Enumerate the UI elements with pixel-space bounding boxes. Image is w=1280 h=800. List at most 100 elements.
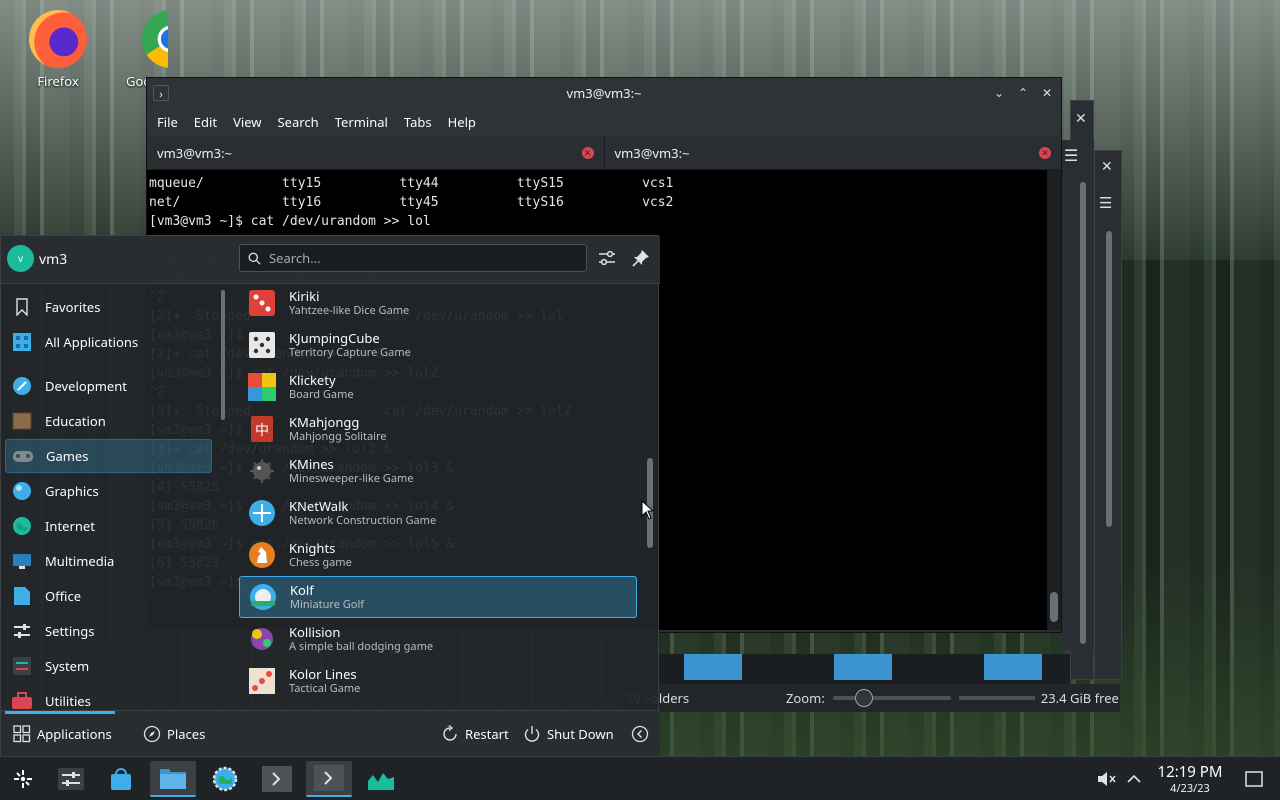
grid-icon — [11, 331, 33, 353]
avatar[interactable]: v — [7, 245, 34, 272]
multimedia-icon — [11, 550, 33, 572]
category-education[interactable]: Education — [5, 404, 212, 438]
power-icon — [524, 726, 540, 742]
menu-terminal[interactable]: Terminal — [329, 113, 394, 131]
app-name: Klickety — [289, 371, 336, 389]
close-icon[interactable]: ✕ — [1075, 109, 1087, 128]
app-text: Klickety Board Game — [289, 372, 354, 402]
category-graphics[interactable]: Graphics — [5, 474, 212, 508]
desktop-icon-firefox[interactable]: Firefox — [22, 10, 94, 90]
app-item-kolf[interactable]: Kolf Miniature Golf — [239, 576, 637, 618]
category-system[interactable]: System — [5, 649, 212, 683]
scrollbar-thumb[interactable] — [1106, 231, 1112, 527]
tab-close-icon[interactable]: ✕ — [581, 146, 594, 159]
menu-help[interactable]: Help — [442, 113, 482, 131]
menu-view[interactable]: View — [227, 113, 267, 131]
window-menu-icon[interactable]: › — [153, 85, 169, 102]
app-description: Minesweeper-like Game — [289, 471, 414, 486]
menu-tabs[interactable]: Tabs — [398, 113, 438, 131]
background-window-3[interactable]: ☰ — [1062, 140, 1094, 650]
category-label: System — [45, 657, 90, 675]
category-all-applications[interactable]: All Applications — [5, 325, 212, 359]
tab-close-icon[interactable]: ✕ — [1039, 146, 1051, 159]
firefox-icon — [29, 10, 87, 68]
terminal-task-1[interactable] — [254, 761, 300, 797]
category-utilities[interactable]: Utilities — [5, 684, 212, 710]
app-item-klickety[interactable]: Klickety Board Game — [239, 366, 637, 408]
restart-button[interactable]: Restart — [441, 725, 509, 743]
shutdown-button[interactable]: Shut Down — [523, 725, 614, 743]
hamburger-menu-icon[interactable]: ☰ — [1064, 144, 1078, 166]
app-item-kolor-lines[interactable]: Kolor Lines Tactical Game — [239, 660, 637, 702]
tab-places[interactable]: Places — [143, 725, 205, 743]
menu-edit[interactable]: Edit — [188, 113, 223, 131]
folder-thumbnail[interactable] — [684, 654, 742, 680]
search-input[interactable] — [269, 249, 569, 267]
category-settings[interactable]: Settings — [5, 614, 212, 648]
maximize-icon[interactable]: ⌃ — [1015, 85, 1031, 101]
app-launcher-button[interactable] — [0, 761, 46, 797]
app-item-kjumpingcube[interactable]: KJumpingCube Territory Capture Game — [239, 324, 637, 366]
menu-search[interactable]: Search — [272, 113, 325, 131]
hamburger-menu-icon[interactable]: ☰ — [1099, 193, 1112, 213]
applications-grid-icon — [13, 725, 31, 743]
terminal-titlebar[interactable]: › vm3@vm3:~ ⌄ ⌃ ✕ — [147, 78, 1061, 108]
terminal-tab-2[interactable]: vm3@vm3:~ ✕ — [605, 136, 1062, 169]
app-item-knights[interactable]: Knights Chess game — [239, 534, 637, 576]
close-icon[interactable]: ✕ — [1039, 85, 1055, 101]
leave-options-button[interactable] — [631, 725, 655, 743]
scrollbar-thumb[interactable] — [1050, 592, 1058, 622]
system-tray-expand-icon[interactable] — [1126, 769, 1142, 793]
background-window-2[interactable]: ✕ ☰ — [1094, 150, 1122, 680]
tab-applications[interactable]: Applications — [13, 725, 112, 743]
browser-task[interactable] — [202, 761, 248, 797]
search-field[interactable] — [239, 244, 587, 272]
folder-icon — [160, 769, 186, 789]
configure-icon[interactable] — [597, 248, 617, 268]
app-item-kollision[interactable]: Kollision A simple ball dodging game — [239, 618, 637, 660]
category-label: Games — [46, 447, 89, 465]
zoom-slider-knob[interactable] — [854, 689, 873, 707]
category-internet[interactable]: Internet — [5, 509, 212, 543]
app-item-knetwalk[interactable]: KNetWalk Network Construction Game — [239, 492, 637, 534]
app-text: KJumpingCube Territory Capture Game — [289, 330, 411, 360]
category-multimedia[interactable]: Multimedia — [5, 544, 212, 578]
launcher-header: v vm3 — [1, 236, 660, 284]
close-icon[interactable]: ✕ — [1101, 157, 1113, 176]
category-favorites[interactable]: Favorites — [5, 290, 212, 324]
app-item-kmahjongg[interactable]: 中 KMahjongg Mahjongg Solitaire — [239, 408, 637, 450]
category-development[interactable]: Development — [5, 369, 212, 403]
dolphin-file-strip — [620, 654, 1070, 684]
app-text: Knights Chess game — [289, 540, 352, 570]
folder-thumbnail[interactable] — [834, 654, 892, 680]
scrollbar-thumb[interactable] — [1080, 182, 1086, 644]
menu-file[interactable]: File — [151, 113, 184, 131]
category-office[interactable]: Office — [5, 579, 212, 613]
tab-places-label: Places — [167, 725, 206, 743]
system-icon — [11, 655, 33, 677]
terminal-icon — [314, 765, 344, 791]
scrollbar-thumb[interactable] — [221, 290, 225, 420]
app-name: Knights — [289, 539, 336, 557]
system-monitor-task[interactable] — [358, 761, 404, 797]
app-text: KMahjongg Mahjongg Solitaire — [289, 414, 387, 444]
system-settings-task[interactable] — [48, 761, 94, 797]
dolphin-task[interactable] — [150, 761, 196, 797]
category-scrollbar[interactable] — [221, 290, 225, 710]
folder-thumbnail[interactable] — [984, 654, 1042, 680]
discover-task[interactable] — [98, 761, 144, 797]
digital-clock[interactable]: 12:19 PM 4/23/23 — [1150, 763, 1230, 796]
terminal-task-2[interactable] — [306, 761, 352, 797]
terminal-scrollbar[interactable] — [1047, 170, 1061, 630]
app-item-kiriki[interactable]: Kiriki Yahtzee-like Dice Game — [239, 284, 637, 324]
category-games[interactable]: Games — [5, 439, 212, 473]
globe-gear-icon — [212, 766, 238, 792]
terminal-tab-1[interactable]: vm3@vm3:~ ✕ — [147, 136, 605, 169]
terminal-menubar: File Edit View Search Terminal Tabs Help — [147, 108, 1061, 136]
pin-icon[interactable] — [631, 248, 651, 268]
minimize-icon[interactable]: ⌄ — [991, 85, 1007, 101]
volume-muted-icon[interactable] — [1096, 769, 1116, 793]
app-item-kmines[interactable]: KMines Minesweeper-like Game — [239, 450, 637, 492]
zoom-slider[interactable] — [832, 689, 951, 707]
show-desktop-icon[interactable] — [1244, 769, 1264, 793]
